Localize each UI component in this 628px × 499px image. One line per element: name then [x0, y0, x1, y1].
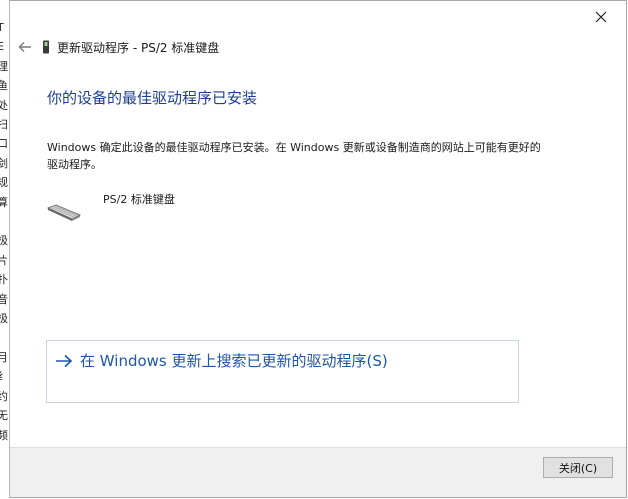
arrow-right-icon	[55, 353, 73, 369]
search-windows-update-option[interactable]: 在 Windows 更新上搜索已更新的驱动程序(S)	[46, 340, 519, 403]
device-icon	[42, 40, 50, 54]
back-arrow-icon[interactable]	[16, 38, 34, 56]
search-windows-update-link[interactable]: 在 Windows 更新上搜索已更新的驱动程序(S)	[55, 350, 388, 371]
background-text-char: 音	[0, 292, 8, 306]
screen: TE理鱼处扫口剑规算|极片扑音极 月纟约无频 更新驱动程序 - PS/2 标准键…	[0, 0, 628, 499]
background-text-char	[0, 329, 9, 348]
background-text-char: 处	[0, 98, 8, 112]
page-heading: 你的设备的最佳驱动程序已安装	[47, 89, 258, 107]
background-text-char: T	[0, 21, 4, 34]
dialog-header: 更新驱动程序 - PS/2 标准键盘	[16, 37, 219, 57]
background-window-text: TE理鱼处扫口剑规算|极片扑音极 月纟约无频	[0, 18, 9, 445]
background-text-char: E	[0, 40, 4, 54]
background-text-char: |	[0, 212, 9, 231]
description-text: Windows 确定此设备的最佳驱动程序已安装。在 Windows 更新或设备制…	[47, 141, 541, 171]
background-window: TE理鱼处扫口剑规算|极片扑音极 月纟约无频	[0, 0, 9, 499]
background-text-char: 纟	[0, 370, 8, 384]
background-text-char: 扑	[0, 273, 8, 287]
background-text-char: 极	[0, 234, 8, 248]
background-text-char: 剑	[0, 156, 8, 170]
device-name: PS/2 标准键盘	[103, 193, 175, 206]
background-text-char: 扫	[0, 118, 8, 132]
background-text-char: 规	[0, 176, 8, 190]
background-text-char: 频	[0, 428, 8, 442]
background-text-char: 约	[0, 389, 8, 403]
background-text-char: 口	[0, 137, 8, 151]
background-text-char: 无	[0, 409, 8, 423]
background-text-char: 理	[0, 59, 8, 73]
dialog-footer: 关闭(C)	[10, 447, 626, 497]
close-icon[interactable]	[590, 6, 612, 28]
dialog-header-title: 更新驱动程序 - PS/2 标准键盘	[57, 40, 220, 55]
background-text-char: 月	[0, 350, 8, 364]
background-text-char: 算	[0, 195, 8, 209]
close-button[interactable]: 关闭(C)	[543, 457, 613, 478]
update-driver-dialog: 更新驱动程序 - PS/2 标准键盘 你的设备的最佳驱动程序已安装 Window…	[9, 0, 627, 498]
background-text-char: 片	[0, 253, 8, 267]
keyboard-icon	[46, 201, 81, 223]
background-text-char: 鱼	[0, 79, 8, 93]
background-text-char: 极	[0, 312, 8, 326]
search-link-label: 在 Windows 更新上搜索已更新的驱动程序(S)	[80, 352, 388, 370]
